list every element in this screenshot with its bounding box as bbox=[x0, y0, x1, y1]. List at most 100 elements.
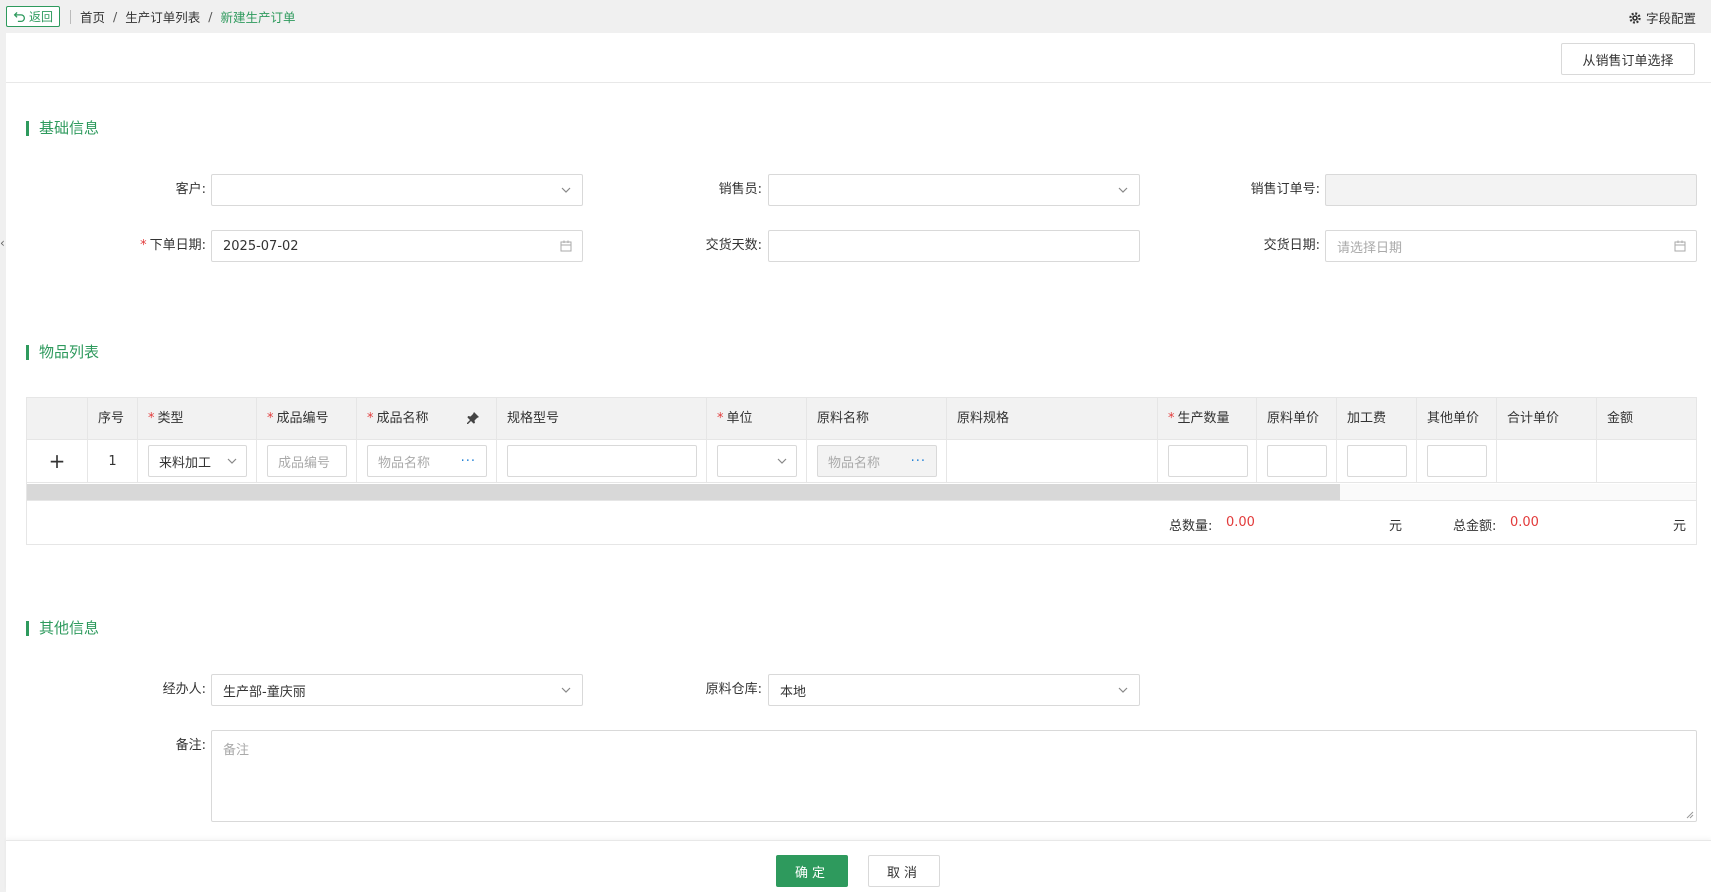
field-config-label: 字段配置 bbox=[1645, 11, 1696, 26]
footer-bar bbox=[6, 840, 1711, 892]
material-name-cell: 物品名称 ··· bbox=[807, 440, 947, 482]
processing-fee-input[interactable] bbox=[1347, 445, 1407, 477]
col-total-price: 合计单价 bbox=[1507, 411, 1560, 426]
remark-label: 备注: bbox=[175, 738, 206, 753]
divider bbox=[6, 82, 1711, 83]
product-name-input[interactable]: 物品名称 ··· bbox=[367, 445, 487, 477]
product-code-placeholder: 成品编号 bbox=[278, 455, 331, 471]
required-mark: * bbox=[267, 411, 274, 426]
handler-label: 经办人: bbox=[162, 682, 206, 697]
spec-cell bbox=[497, 440, 707, 482]
breadcrumb-separator: / bbox=[113, 9, 118, 24]
calendar-icon bbox=[560, 240, 572, 252]
top-bar: 返回 首页 / 生产订单列表 / 新建生产订单 字段配置 bbox=[0, 0, 1711, 33]
material-picker-button[interactable]: ··· bbox=[911, 454, 926, 469]
required-mark: * bbox=[148, 411, 155, 426]
sales-order-no-field bbox=[1325, 174, 1697, 206]
unit-label: 元 bbox=[1389, 519, 1403, 534]
col-other-price: 其他单价 bbox=[1427, 411, 1480, 426]
table-header-cell: * 成品名称 bbox=[357, 398, 497, 439]
material-spec-cell bbox=[947, 440, 1158, 482]
order-date-picker[interactable]: 2025-07-02 bbox=[211, 230, 583, 262]
col-processing-fee: 加工费 bbox=[1347, 411, 1387, 426]
field-config-button[interactable]: 字段配置 bbox=[1628, 8, 1696, 27]
order-date-value: 2025-07-02 bbox=[223, 238, 299, 254]
salesman-select[interactable] bbox=[768, 174, 1140, 206]
total-qty-value: 0.00 bbox=[1226, 515, 1255, 530]
add-row-button[interactable]: + bbox=[27, 440, 88, 482]
customer-select[interactable] bbox=[211, 174, 583, 206]
cancel-button[interactable]: 取消 bbox=[868, 855, 940, 887]
table-header-cell: 序号 bbox=[88, 398, 138, 439]
order-date-label: * 下单日期: bbox=[110, 230, 206, 262]
back-button[interactable]: 返回 bbox=[6, 6, 61, 27]
delivery-date-picker[interactable]: 请选择日期 bbox=[1325, 230, 1697, 262]
product-code-input[interactable]: 成品编号 bbox=[267, 445, 347, 477]
customer-label: 客户: bbox=[175, 182, 206, 197]
left-collapse-strip[interactable] bbox=[0, 33, 6, 892]
delivery-days-input[interactable] bbox=[768, 230, 1140, 262]
remark-textarea[interactable]: 备注 bbox=[211, 730, 1697, 822]
pin-icon[interactable] bbox=[466, 411, 480, 425]
select-from-sales-order-button[interactable]: 从销售订单选择 bbox=[1561, 43, 1695, 75]
table-header-cell: 原料规格 bbox=[947, 398, 1158, 439]
confirm-button[interactable]: 确定 bbox=[776, 855, 848, 887]
breadcrumb-order-list[interactable]: 生产订单列表 bbox=[125, 7, 200, 26]
handler-select[interactable]: 生产部-童庆丽 bbox=[211, 674, 583, 706]
table-summary: 总数量: 0.00 元 总金额: 0.00 元 bbox=[27, 500, 1696, 545]
sales-order-no-label: 销售订单号: bbox=[1250, 182, 1320, 197]
back-label: 返回 bbox=[29, 10, 54, 24]
row-index: 1 bbox=[88, 440, 138, 482]
chevron-down-icon bbox=[561, 187, 571, 193]
scrollbar-thumb[interactable] bbox=[27, 484, 1340, 500]
return-icon bbox=[13, 11, 25, 23]
collapse-left-icon[interactable]: ‹ bbox=[0, 236, 6, 250]
production-qty-cell bbox=[1158, 440, 1257, 482]
chevron-down-icon bbox=[227, 458, 237, 464]
section-title-basic: 基础信息 bbox=[26, 121, 99, 136]
warehouse-select[interactable]: 本地 bbox=[768, 674, 1140, 706]
required-mark: * bbox=[1168, 411, 1175, 426]
table-header-cell: * 类型 bbox=[138, 398, 257, 439]
breadcrumb-separator: / bbox=[208, 9, 213, 24]
table-header-cell: 其他单价 bbox=[1417, 398, 1497, 439]
product-code-cell: 成品编号 bbox=[257, 440, 357, 482]
breadcrumb-home[interactable]: 首页 bbox=[80, 7, 105, 26]
calendar-icon bbox=[1674, 240, 1686, 252]
processing-fee-cell bbox=[1337, 440, 1417, 482]
type-select[interactable]: 来料加工 bbox=[148, 445, 247, 477]
type-cell: 来料加工 bbox=[138, 440, 257, 482]
spec-input[interactable] bbox=[507, 445, 697, 477]
material-name-input[interactable]: 物品名称 ··· bbox=[817, 445, 937, 477]
product-name-placeholder: 物品名称 bbox=[378, 455, 431, 471]
table-header-cell: 金额 bbox=[1597, 398, 1696, 439]
other-price-cell bbox=[1417, 440, 1497, 482]
other-price-input[interactable] bbox=[1427, 445, 1487, 477]
table-header-cell: 合计单价 bbox=[1497, 398, 1597, 439]
total-qty-label: 总数量: bbox=[1169, 519, 1213, 534]
total-price-cell bbox=[1497, 440, 1597, 482]
material-price-input[interactable] bbox=[1267, 445, 1327, 477]
resize-handle-icon[interactable] bbox=[1686, 811, 1694, 819]
col-production-qty: 生产数量 bbox=[1177, 411, 1230, 426]
total-amount-label: 总金额: bbox=[1453, 519, 1497, 534]
remark-placeholder: 备注 bbox=[223, 743, 250, 758]
table-header-cell: * 成品编号 bbox=[257, 398, 357, 439]
col-material-price: 原料单价 bbox=[1267, 411, 1320, 426]
total-amount-value: 0.00 bbox=[1510, 515, 1539, 530]
required-mark: * bbox=[140, 238, 147, 253]
table-header-cell: 加工费 bbox=[1337, 398, 1417, 439]
product-name-cell: 物品名称 ··· bbox=[357, 440, 497, 482]
breadcrumb: 首页 / 生产订单列表 / 新建生产订单 bbox=[80, 7, 295, 26]
warehouse-value: 本地 bbox=[780, 684, 807, 700]
table-row: + 1 来料加工 成品编号 物品名称 ··· 物品名称 ··· bbox=[27, 440, 1696, 483]
unit-label: 元 bbox=[1673, 519, 1687, 534]
col-material-name: 原料名称 bbox=[817, 411, 870, 426]
chevron-down-icon bbox=[777, 458, 787, 464]
product-picker-button[interactable]: ··· bbox=[461, 454, 476, 469]
delivery-days-label: 交货天数: bbox=[705, 238, 762, 253]
production-qty-input[interactable] bbox=[1168, 445, 1248, 477]
unit-select[interactable] bbox=[717, 445, 797, 477]
breadcrumb-current: 新建生产订单 bbox=[220, 10, 296, 25]
table-header-cell: * 单位 bbox=[707, 398, 807, 439]
